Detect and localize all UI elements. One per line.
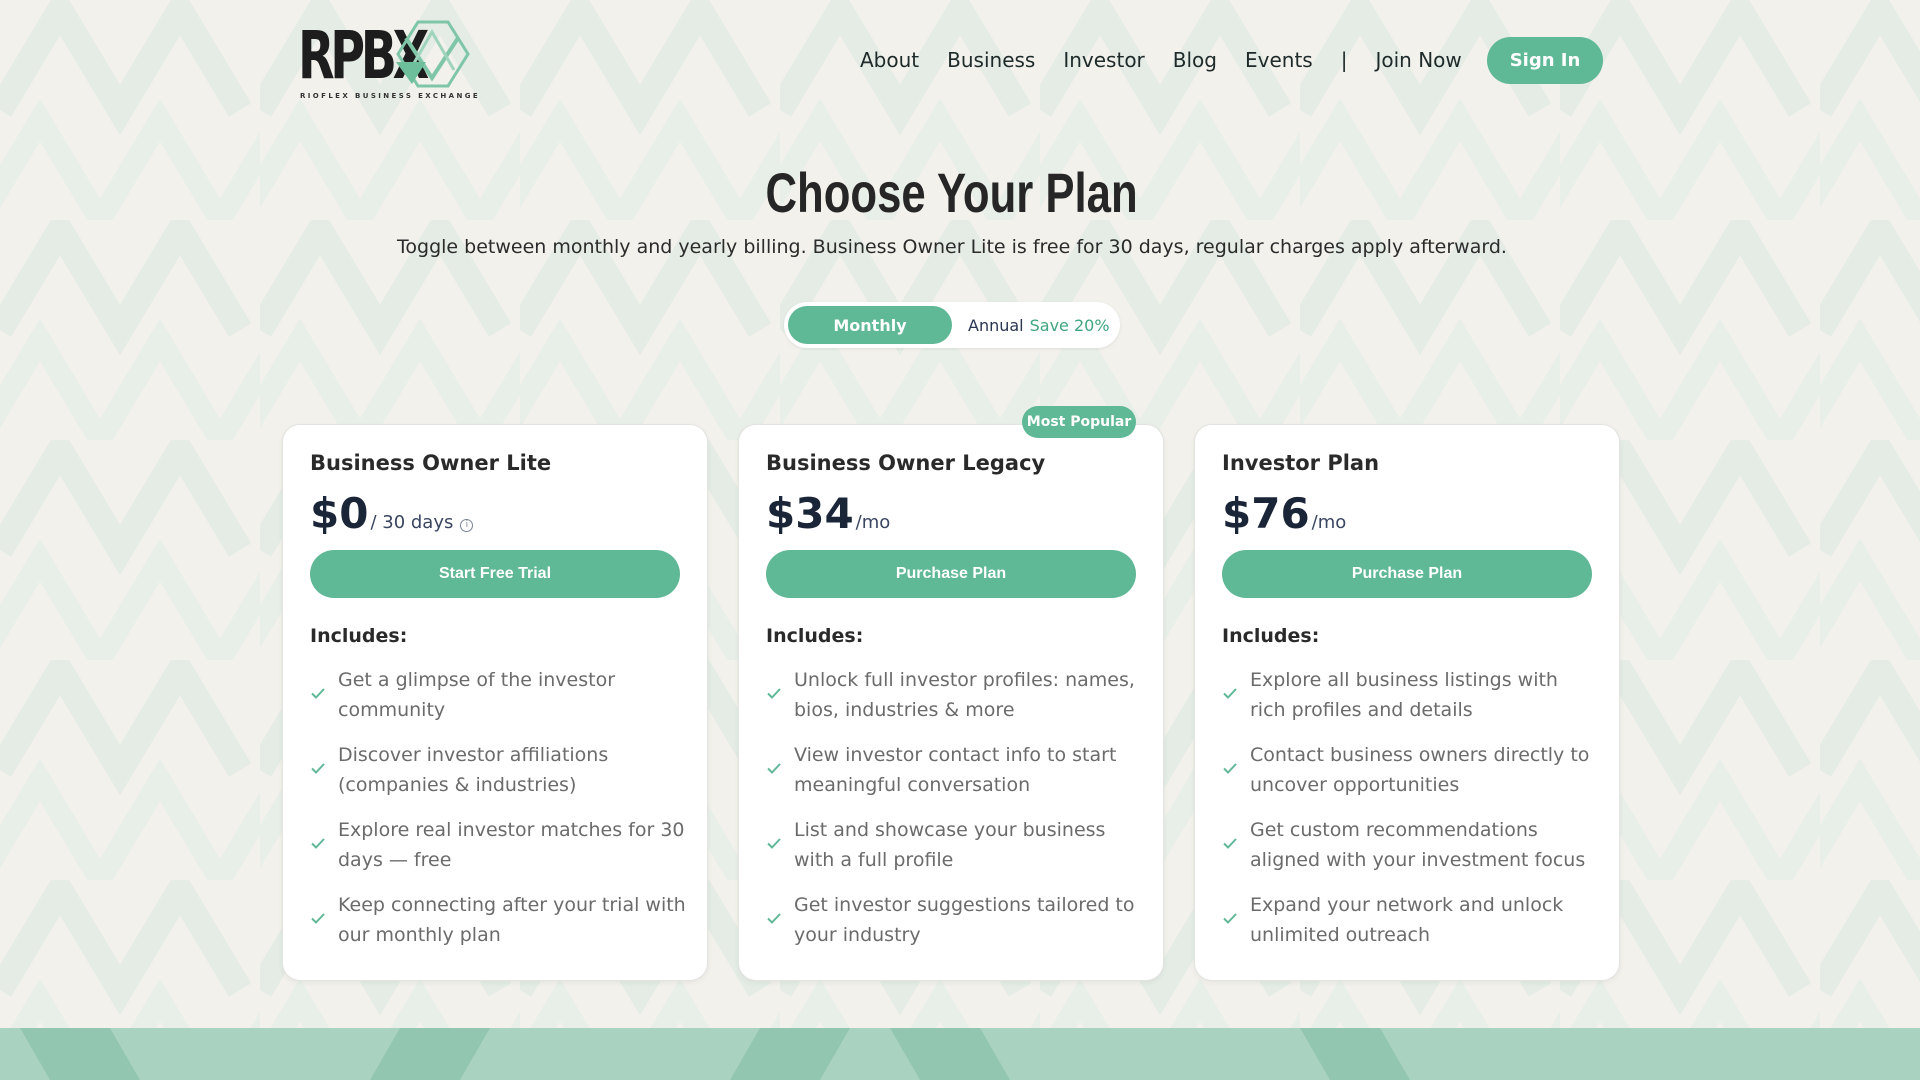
annual-save-label: Save 20%: [1029, 315, 1110, 335]
feature-item: Expand your network and unlock unlimited…: [1222, 890, 1598, 965]
check-icon: [1223, 763, 1237, 774]
nav-business[interactable]: Business: [947, 48, 1035, 72]
check-icon: [767, 763, 781, 774]
feature-text: Explore all business listings with rich …: [1250, 669, 1558, 721]
feature-item: Get a glimpse of the investor community: [310, 665, 686, 740]
page-subtitle: Toggle between monthly and yearly billin…: [397, 236, 1507, 258]
feature-text: Get a glimpse of the investor community: [338, 669, 616, 721]
feature-text: List and showcase your business with a f…: [794, 819, 1106, 871]
feature-text: View investor contact info to start mean…: [794, 744, 1117, 796]
feature-text: Get investor suggestions tailored to you…: [794, 894, 1135, 946]
most-popular-badge: Most Popular: [1022, 406, 1136, 438]
includes-label: Includes:: [766, 625, 864, 647]
plan-name: Business Owner Legacy: [766, 451, 1046, 475]
logo[interactable]: RPBX RIOFLEX BUSINESS EXCHANGE: [298, 16, 478, 104]
price-amount: $34: [766, 489, 854, 538]
nav-about[interactable]: About: [860, 48, 919, 72]
logo-mark-icon: [396, 20, 470, 88]
info-icon[interactable]: i: [460, 519, 474, 532]
nav-join-now[interactable]: Join Now: [1375, 48, 1461, 72]
feature-item: Keep connecting after your trial with ou…: [310, 890, 686, 965]
plan-card-lite: Business Owner Lite $0 / 30 days i Start…: [282, 424, 708, 981]
price-amount: $76: [1222, 489, 1310, 538]
feature-text: Get custom recommendations aligned with …: [1250, 819, 1586, 871]
feature-item: Unlock full investor profiles: names, bi…: [766, 665, 1142, 740]
feature-text: Contact business owners directly to unco…: [1250, 744, 1590, 796]
feature-item: Explore real investor matches for 30 day…: [310, 815, 686, 890]
page-title: Choose Your Plan: [0, 160, 1904, 225]
price-period: /mo: [855, 512, 891, 533]
toggle-annual-option[interactable]: Annual Save 20%: [968, 306, 1110, 344]
check-icon: [311, 688, 325, 699]
feature-text: Unlock full investor profiles: names, bi…: [794, 669, 1135, 721]
logo-subtitle: RIOFLEX BUSINESS EXCHANGE: [300, 92, 481, 100]
nav-investor[interactable]: Investor: [1063, 48, 1144, 72]
check-icon: [311, 838, 325, 849]
nav-separator: |: [1340, 48, 1348, 72]
nav-events[interactable]: Events: [1245, 48, 1313, 72]
plan-price: $0 / 30 days i: [310, 489, 474, 538]
check-icon: [767, 688, 781, 699]
feature-item: List and showcase your business with a f…: [766, 815, 1142, 890]
price-period: /mo: [1311, 512, 1347, 533]
feature-item: Get investor suggestions tailored to you…: [766, 890, 1142, 965]
purchase-plan-button[interactable]: Purchase Plan: [766, 550, 1136, 598]
footer-pattern: [20, 1028, 1410, 1080]
includes-label: Includes:: [1222, 625, 1320, 647]
feature-text: Discover investor affiliations (companie…: [338, 744, 609, 796]
feature-item: Explore all business listings with rich …: [1222, 665, 1598, 740]
plan-price: $76 /mo: [1222, 489, 1346, 538]
check-icon: [767, 913, 781, 924]
check-icon: [311, 763, 325, 774]
plan-card-investor: Investor Plan $76 /mo Purchase Plan Incl…: [1194, 424, 1620, 981]
feature-item: Discover investor affiliations (companie…: [310, 740, 686, 815]
footer-band: [0, 1028, 1920, 1080]
price-period: / 30 days: [370, 512, 454, 533]
toggle-annual-label: Annual: [968, 315, 1024, 335]
plan-name: Business Owner Lite: [310, 451, 552, 475]
check-icon: [1223, 688, 1237, 699]
feature-item: Get custom recommendations aligned with …: [1222, 815, 1598, 890]
price-amount: $0: [310, 489, 369, 538]
billing-toggle: Monthly Annual Save 20%: [784, 302, 1120, 348]
plan-card-legacy: Business Owner Legacy $34 /mo Purchase P…: [738, 424, 1164, 981]
plan-price: $34 /mo: [766, 489, 890, 538]
check-icon: [1223, 838, 1237, 849]
feature-text: Keep connecting after your trial with ou…: [338, 894, 686, 946]
sign-in-button[interactable]: Sign In: [1487, 37, 1603, 84]
feature-text: Expand your network and unlock unlimited…: [1250, 894, 1564, 946]
check-icon: [1223, 913, 1237, 924]
feature-list: Unlock full investor profiles: names, bi…: [766, 665, 1142, 965]
feature-item: View investor contact info to start mean…: [766, 740, 1142, 815]
includes-label: Includes:: [310, 625, 408, 647]
check-icon: [767, 838, 781, 849]
check-icon: [311, 913, 325, 924]
feature-list: Explore all business listings with rich …: [1222, 665, 1598, 965]
purchase-plan-button[interactable]: Purchase Plan: [1222, 550, 1592, 598]
feature-text: Explore real investor matches for 30 day…: [338, 819, 685, 871]
page-title-text: Choose Your Plan: [765, 161, 1139, 224]
toggle-monthly-option[interactable]: Monthly: [788, 306, 952, 344]
plan-name: Investor Plan: [1222, 451, 1380, 475]
nav-blog[interactable]: Blog: [1173, 48, 1217, 72]
start-free-trial-button[interactable]: Start Free Trial: [310, 550, 680, 598]
feature-item: Contact business owners directly to unco…: [1222, 740, 1598, 815]
main-nav: About Business Investor Blog Events | Jo…: [860, 36, 1490, 84]
feature-list: Get a glimpse of the investor community …: [310, 665, 686, 965]
